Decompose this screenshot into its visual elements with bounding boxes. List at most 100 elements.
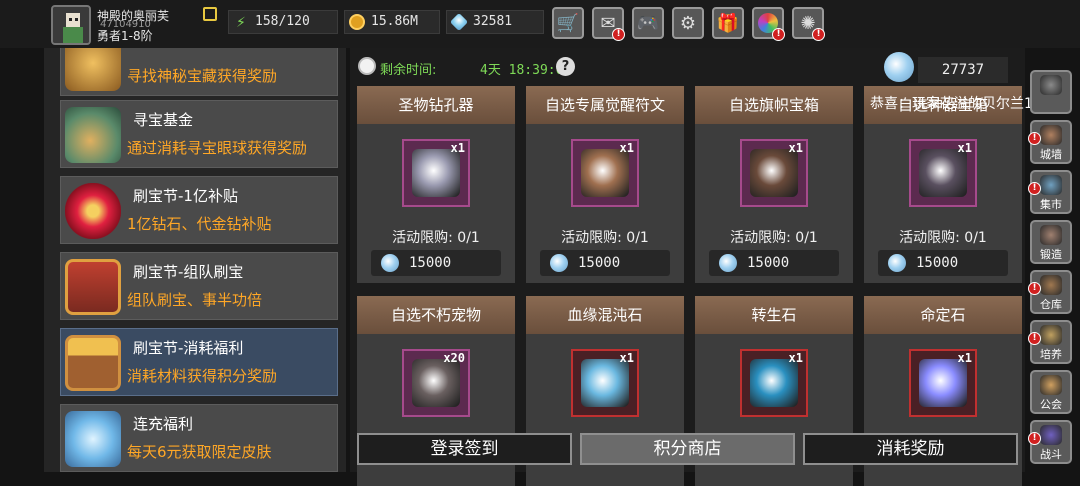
stamina-counter: ⚡ 158/120 — [228, 10, 338, 34]
event-subtitle: 通过消耗寻宝眼球获得奖励 — [127, 139, 308, 157]
gamepad-icon: 🎮 — [636, 12, 660, 34]
shop-cart-button[interactable]: 🛒 — [552, 7, 584, 39]
nav-trophy[interactable]: 培养! — [1028, 320, 1072, 364]
nav-helmet[interactable] — [1030, 70, 1072, 114]
event-button[interactable]: ✺! — [792, 7, 825, 41]
item-quantity: x1 — [619, 351, 634, 365]
event-item-subsidy[interactable]: 刷宝节-1亿补贴 1亿钻石、代金钻补贴 — [60, 176, 338, 244]
tab-points-shop[interactable]: 积分商店 — [580, 433, 795, 465]
item-slot[interactable]: x20 — [402, 349, 470, 417]
anvil-icon — [1040, 225, 1062, 245]
lottery-button[interactable]: ! — [752, 7, 785, 41]
price-value: 15000 — [916, 255, 959, 271]
item-slot[interactable]: x1 — [740, 139, 808, 207]
nav-label: 仓库 — [1040, 298, 1062, 311]
gold-counter: 15.86M — [344, 10, 440, 34]
event-item-consume-rewards[interactable]: 刷宝节-消耗福利 消耗材料获得积分奖励 — [60, 328, 338, 396]
buy-price-button[interactable]: 15000 — [540, 250, 670, 276]
event-title: 刷宝节-消耗福利 — [133, 339, 244, 357]
item-image — [581, 149, 629, 197]
shop-item-card[interactable]: 圣物钻孔器 x1 活动限购: 0/1 15000 — [357, 86, 515, 283]
guild-icon — [1040, 375, 1062, 395]
edit-icon[interactable] — [203, 7, 217, 21]
item-slot[interactable]: x1 — [909, 139, 977, 207]
alert-badge: ! — [1028, 182, 1041, 195]
item-slot[interactable]: x1 — [740, 349, 808, 417]
item-image — [919, 359, 967, 407]
warehouse-icon — [1040, 275, 1062, 295]
item-body: x1 活动限购: 0/1 15000 — [526, 124, 684, 283]
nav-portal[interactable]: 战斗! — [1028, 420, 1072, 464]
crystal-icon — [381, 254, 399, 272]
alert-badge: ! — [1028, 282, 1041, 295]
event-item-treasure-hunt[interactable]: 寻找神秘宝藏获得奖励 — [60, 48, 338, 96]
item-image — [750, 359, 798, 407]
event-list: 寻找神秘宝藏获得奖励 寻宝基金 通过消耗寻宝眼球获得奖励 刷宝节-1亿补贴 1亿… — [44, 48, 346, 472]
nav-label: 城墙 — [1040, 148, 1062, 161]
event-item-treasure-fund[interactable]: 寻宝基金 通过消耗寻宝眼球获得奖励 — [60, 100, 338, 168]
item-name: 命定石 — [864, 296, 1022, 334]
purchase-limit: 活动限购: 0/1 — [561, 230, 649, 246]
alert-badge: ! — [1028, 432, 1041, 445]
item-name: 圣物钻孔器 — [357, 86, 515, 124]
helmet-icon — [1040, 75, 1062, 95]
nav-anvil[interactable]: 锻造 — [1030, 220, 1072, 264]
event-subtitle: 组队刷宝、事半功倍 — [127, 291, 263, 309]
player-avatar[interactable] — [51, 5, 91, 45]
nav-market[interactable]: 集市! — [1028, 170, 1072, 214]
money-bag-icon — [65, 107, 121, 163]
buy-price-button[interactable]: 15000 — [878, 250, 1008, 276]
nav-label: 战斗 — [1040, 448, 1062, 461]
item-slot[interactable]: x1 — [909, 349, 977, 417]
event-item-team-farming[interactable]: 刷宝节-组队刷宝 组队刷宝、事半功倍 — [60, 252, 338, 320]
help-icon[interactable]: ? — [556, 57, 575, 76]
item-slot[interactable]: x1 — [571, 139, 639, 207]
item-slot[interactable]: x1 — [571, 349, 639, 417]
tab-login-checkin[interactable]: 登录签到 — [357, 433, 572, 465]
mail-button[interactable]: ✉! — [592, 7, 625, 41]
treasure-icon — [65, 48, 121, 91]
gear-icon: ⚙ — [679, 12, 697, 34]
nav-wall[interactable]: 城墙! — [1028, 120, 1072, 164]
crystal-balance: 27737 — [918, 57, 1008, 83]
cart-icon: 🛒 — [556, 12, 580, 34]
buy-price-button[interactable]: 15000 — [709, 250, 839, 276]
item-quantity: x1 — [450, 141, 465, 155]
shop-item-card[interactable]: 自选神器宝箱 x1 活动限购: 0/1 15000 — [864, 86, 1022, 283]
alert-badge: ! — [772, 28, 785, 41]
alert-badge: ! — [612, 28, 625, 41]
alert-badge: ! — [812, 28, 825, 41]
item-name: 自选旗帜宝箱 — [695, 86, 853, 124]
red-flower-icon — [65, 183, 121, 239]
stamina-value: 158/120 — [255, 14, 310, 29]
item-quantity: x1 — [619, 141, 634, 155]
clock-icon — [358, 57, 376, 75]
item-quantity: x1 — [957, 351, 972, 365]
item-slot[interactable]: x1 — [402, 139, 470, 207]
event-item-recharge[interactable]: 连充福利 每天6元获取限定皮肤 — [60, 404, 338, 472]
item-body: x1 活动限购: 0/1 15000 — [357, 124, 515, 283]
item-quantity: x1 — [957, 141, 972, 155]
player-rank: 勇者1-8阶 — [97, 29, 153, 43]
trophy-icon — [1040, 325, 1062, 345]
item-name: 转生石 — [695, 296, 853, 334]
purchase-limit: 活动限购: 0/1 — [899, 230, 987, 246]
item-image — [581, 359, 629, 407]
item-quantity: x1 — [788, 351, 803, 365]
alert-badge: ! — [1028, 132, 1041, 145]
nav-guild[interactable]: 公会 — [1030, 370, 1072, 414]
settings-button[interactable]: ⚙ — [672, 7, 704, 39]
shop-item-card[interactable]: 自选旗帜宝箱 x1 活动限购: 0/1 15000 — [695, 86, 853, 283]
gift-button[interactable]: 🎁 — [712, 7, 744, 39]
buy-price-button[interactable]: 15000 — [371, 250, 501, 276]
shop-item-card[interactable]: 自选专属觉醒符文 x1 活动限购: 0/1 15000 — [526, 86, 684, 283]
crystal-icon — [719, 254, 737, 272]
gold-coin-icon — [349, 14, 365, 30]
gold-value: 15.86M — [371, 14, 418, 29]
nav-warehouse[interactable]: 仓库! — [1028, 270, 1072, 314]
item-image — [750, 149, 798, 197]
game-button[interactable]: 🎮 — [632, 7, 664, 39]
item-image — [919, 149, 967, 197]
tab-consume-rewards[interactable]: 消耗奖励 — [803, 433, 1018, 465]
crystal-currency-icon — [884, 52, 914, 82]
